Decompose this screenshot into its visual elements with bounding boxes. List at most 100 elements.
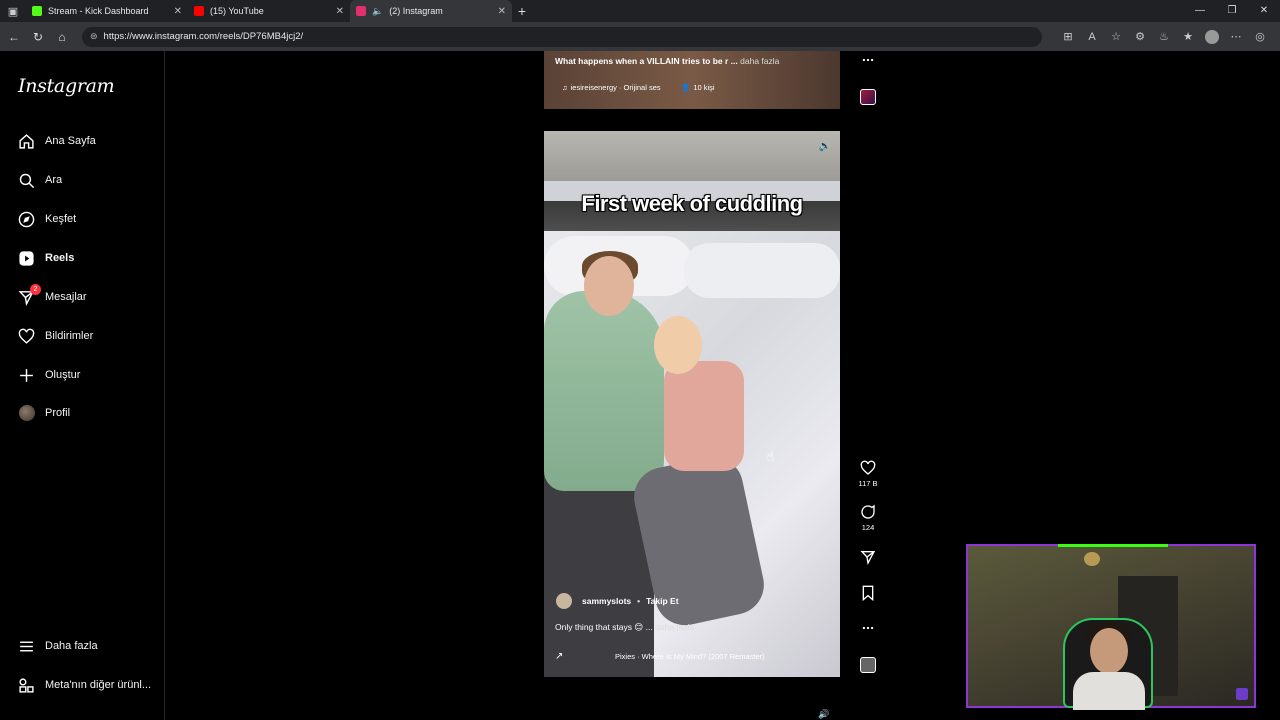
copilot-icon[interactable]: ◎ — [1248, 30, 1272, 43]
nav-label: Reels — [45, 252, 75, 264]
tab-title: (15) YouTube — [210, 6, 264, 16]
browser-tab-bar: ▣ Stream - Kick Dashboard ✕ (15) YouTube… — [0, 0, 1280, 22]
reel-video[interactable]: First week of cuddling 🔊 sammyslots • Ta… — [544, 131, 840, 677]
profile-avatar[interactable] — [1205, 29, 1219, 44]
tab-title: (2) Instagram — [389, 6, 443, 16]
follow-button[interactable]: Takip Et — [646, 596, 678, 606]
url-field[interactable]: ⊜ https://www.instagram.com/reels/DP76MB… — [82, 26, 1042, 47]
read-aloud-icon[interactable]: A — [1080, 31, 1104, 43]
kick-favicon-icon — [32, 6, 42, 16]
performance-icon[interactable]: ♨ — [1152, 30, 1176, 43]
tab-instagram[interactable]: 🔈 (2) Instagram ✕ — [350, 0, 512, 22]
bookmark-icon — [862, 585, 874, 601]
more-link[interactable]: daha fazla — [655, 622, 694, 632]
volume-icon[interactable]: 🔊 — [818, 141, 832, 155]
nav-label: Ara — [45, 174, 63, 186]
nav-meta-apps[interactable]: Meta'nın diğer ürünl... — [18, 674, 151, 696]
tagged-people-chip[interactable]: 👤 10 kişi — [681, 83, 715, 92]
reel-caption: What happens when a VILLAIN tries to be … — [555, 56, 779, 66]
favorites-icon[interactable]: ★ — [1176, 30, 1200, 43]
close-tab-icon[interactable]: ✕ — [336, 6, 344, 17]
reel-caption: Only thing that stays 😊 ... daha fazla — [555, 622, 694, 633]
nav-more[interactable]: Daha fazla — [18, 635, 98, 657]
username[interactable]: sammyslots — [582, 596, 631, 606]
nav-label: Ana Sayfa — [45, 135, 96, 147]
save-button[interactable] — [858, 585, 878, 601]
like-button[interactable]: 117 B — [858, 460, 878, 488]
plus-icon — [18, 367, 35, 384]
more-link[interactable]: daha fazla — [740, 56, 779, 66]
more-icon[interactable]: ⋯ — [1224, 30, 1248, 43]
reels-icon — [18, 250, 35, 267]
music-note-icon: ♫ — [562, 83, 568, 92]
tab-youtube[interactable]: (15) YouTube ✕ — [188, 0, 350, 22]
speaker-icon[interactable]: 🔈 — [372, 6, 383, 17]
nav-reels[interactable]: Reels — [18, 247, 74, 269]
volume-icon[interactable]: 🔊 — [818, 709, 829, 720]
nav-label: Bildirimler — [45, 330, 94, 342]
nav-create[interactable]: Oluştur — [18, 364, 80, 386]
url-text: https://www.instagram.com/reels/DP76MB4j… — [103, 31, 304, 42]
avatar[interactable] — [556, 593, 572, 609]
meta-apps-icon — [18, 677, 35, 694]
restore-icon[interactable]: ❐ — [1216, 0, 1248, 22]
messenger-icon: 2 — [18, 283, 41, 306]
nav-label: Daha fazla — [45, 640, 98, 652]
tab-kick[interactable]: Stream - Kick Dashboard ✕ — [26, 0, 188, 22]
nav-explore[interactable]: Keşfet — [18, 208, 76, 230]
person-icon: 👤 — [681, 83, 691, 92]
unread-badge: 2 — [30, 283, 41, 295]
nav-profile[interactable]: Profil — [18, 402, 70, 424]
audio-label: iesireisenergy · Orijinal ses — [570, 83, 661, 92]
minimize-icon[interactable]: — — [1184, 0, 1216, 22]
caption-text: Only thing that stays 😊 ... — [555, 622, 653, 632]
like-count: 117 B — [858, 479, 878, 488]
extensions-icon[interactable]: ⚙ — [1128, 30, 1152, 43]
separator: • — [637, 596, 641, 606]
nav-search[interactable]: Ara — [18, 169, 62, 191]
instagram-favicon-icon — [356, 6, 366, 16]
close-window-icon[interactable]: ✕ — [1248, 0, 1280, 22]
close-tab-icon[interactable]: ✕ — [498, 6, 506, 17]
reel-owner: sammyslots • Takip Et — [556, 593, 679, 609]
nav-label: Keşfet — [45, 213, 77, 225]
people-label: 10 kişi — [693, 83, 715, 92]
favorite-star-icon[interactable]: ☆ — [1104, 30, 1128, 43]
tab-actions-icon[interactable]: ▣ — [0, 0, 26, 22]
new-tab-button[interactable]: + — [512, 3, 532, 19]
comment-icon — [861, 504, 875, 519]
nav-home[interactable]: Ana Sayfa — [18, 130, 96, 152]
menu-icon — [18, 638, 35, 655]
heart-icon — [860, 460, 876, 475]
close-tab-icon[interactable]: ✕ — [174, 6, 182, 17]
previous-reel[interactable]: What happens when a VILLAIN tries to be … — [544, 51, 840, 109]
audio-chip[interactable]: ♫ iesireisenergy · Orijinal ses — [562, 83, 661, 92]
audio-thumbnail[interactable] — [858, 89, 878, 105]
search-icon — [18, 172, 35, 189]
more-options-icon[interactable] — [858, 621, 878, 635]
browser-toolbar: ⊞ A ☆ ⚙ ♨ ★ ⋯ ◎ — [1056, 22, 1272, 51]
instagram-sidebar: Instagram Ana Sayfa Ara Keşfet Reels 2 M… — [0, 51, 165, 720]
comment-button[interactable]: 124 — [858, 504, 878, 532]
nav-label: Mesajlar — [45, 291, 87, 303]
nav-notifications[interactable]: Bildirimler — [18, 325, 93, 347]
youtube-favicon-icon — [194, 6, 204, 16]
nav-label: Meta'nın diğer ürünl... — [45, 679, 152, 691]
home-icon[interactable]: ⌂ — [50, 30, 74, 44]
share-arrow-icon[interactable]: ↗ — [555, 651, 615, 662]
refresh-icon[interactable]: ↻ — [26, 30, 50, 44]
back-icon[interactable]: ← — [2, 30, 26, 44]
address-bar: ← ↻ ⌂ ⊜ https://www.instagram.com/reels/… — [0, 22, 1280, 51]
nav-messages[interactable]: 2 Mesajlar — [18, 283, 87, 308]
more-options-icon[interactable] — [858, 53, 878, 67]
reel-audio[interactable]: ↗ Pixies · Where Is My Mind? (2007 Remas… — [555, 651, 835, 662]
nav-label: Oluştur — [45, 369, 81, 381]
site-info-icon[interactable]: ⊜ — [90, 31, 98, 42]
nav-label: Profil — [45, 407, 71, 419]
audio-thumbnail[interactable] — [858, 657, 878, 673]
share-button[interactable] — [858, 549, 878, 565]
hand-cursor-icon: ☝ — [766, 448, 775, 464]
stream-logo-icon — [1236, 688, 1248, 700]
instagram-logo[interactable]: Instagram — [18, 75, 115, 97]
apps-icon[interactable]: ⊞ — [1056, 30, 1080, 43]
